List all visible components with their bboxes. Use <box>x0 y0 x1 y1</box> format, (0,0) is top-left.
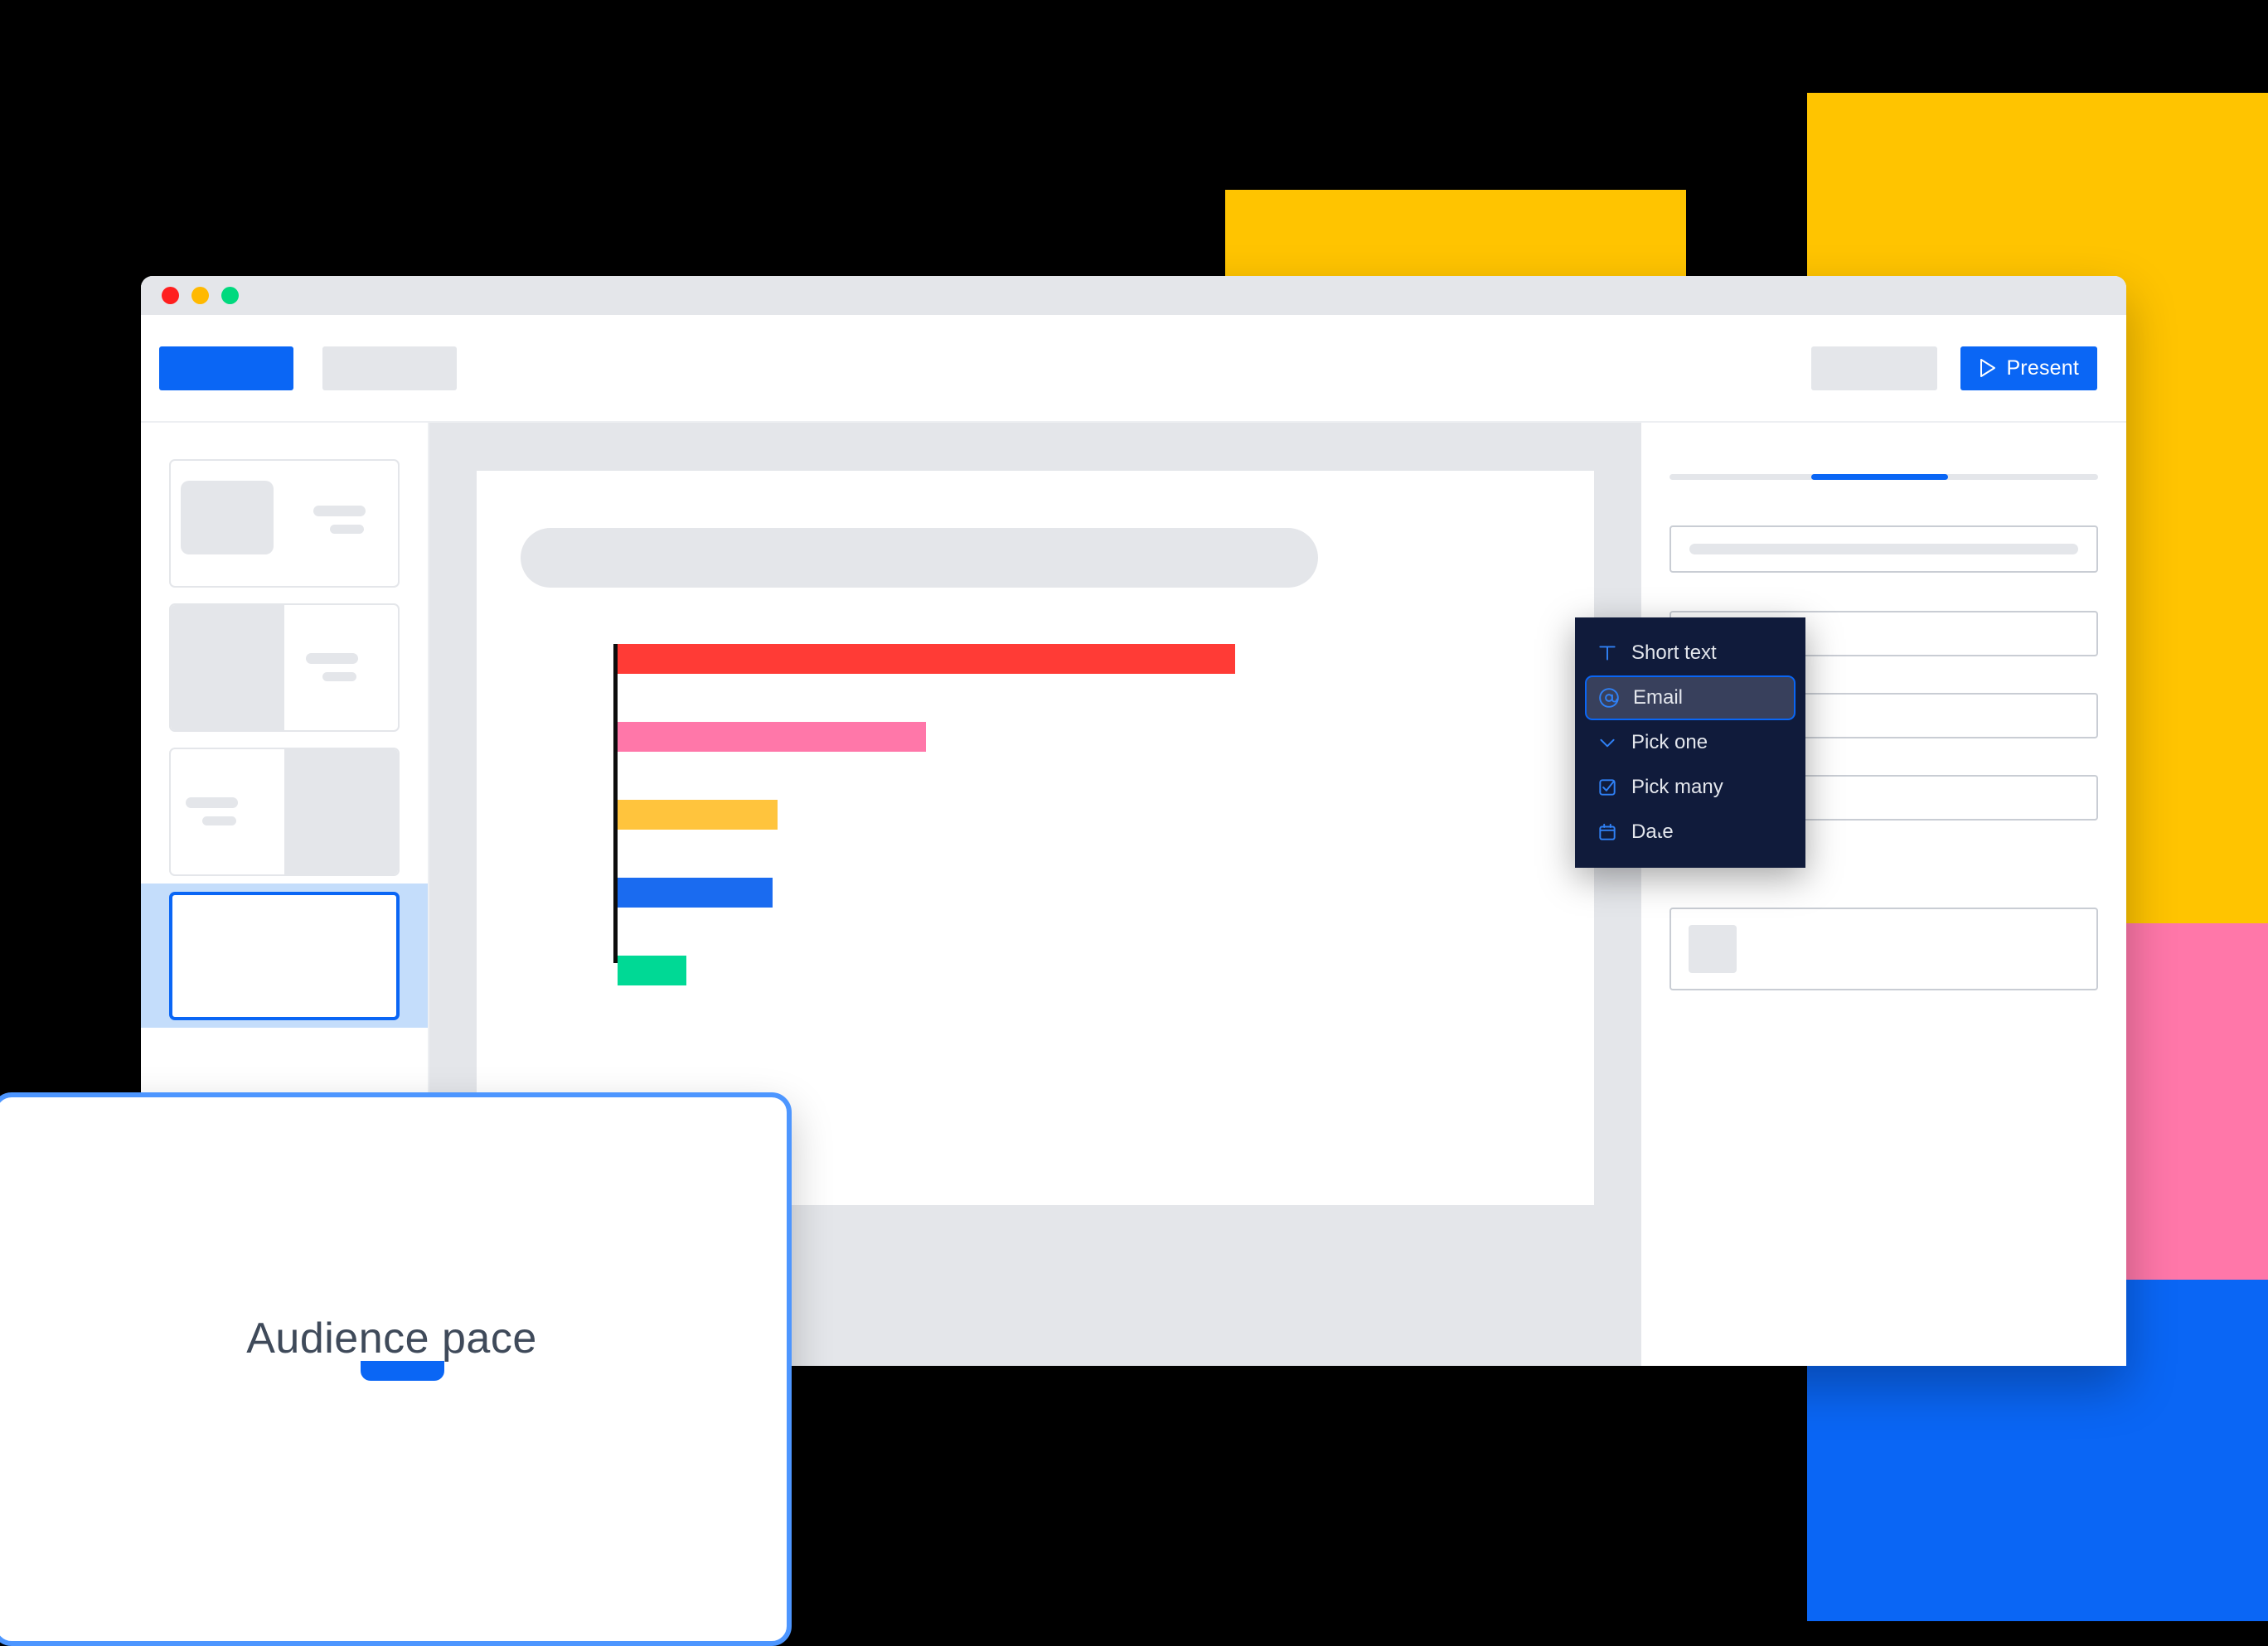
slide-title-placeholder[interactable] <box>521 528 1318 588</box>
slide-thumbnail-3[interactable] <box>169 747 400 876</box>
menu-item-short-text[interactable]: Short text <box>1585 631 1796 675</box>
menu-item-label: Email <box>1633 686 1684 709</box>
play-triangle-icon <box>1980 359 1996 377</box>
media-field[interactable] <box>1670 908 2098 990</box>
menu-item-email[interactable]: Email <box>1585 675 1796 720</box>
progress-bar-fill <box>1810 474 1949 480</box>
thumbnail-text-placeholder <box>284 605 398 730</box>
text-t-icon <box>1599 646 1616 661</box>
slide-thumbnail-1[interactable] <box>169 458 400 588</box>
close-window-icon[interactable] <box>162 287 179 304</box>
thumbnail-line-large <box>306 653 358 664</box>
menu-item-label: Short text <box>1631 641 1717 664</box>
menu-item-pick-one[interactable]: Pick one <box>1585 720 1796 765</box>
menu-item-label: Pick many <box>1631 776 1723 798</box>
window-titlebar <box>141 276 2126 315</box>
thumbnail-text-placeholder <box>313 505 366 586</box>
menu-item-label: Pick one <box>1631 731 1708 753</box>
present-button[interactable]: Present <box>1960 346 2097 390</box>
headline-field[interactable] <box>1670 525 2098 573</box>
thumbnail-block-left <box>171 604 284 730</box>
bar-series-1 <box>618 644 1235 674</box>
chevron-down-icon <box>1600 738 1615 748</box>
minimize-window-icon[interactable] <box>191 287 209 304</box>
slide-thumbnail-4-selected[interactable] <box>169 891 400 1020</box>
bar-series-4 <box>618 878 773 908</box>
thumbnail-image-placeholder <box>181 480 274 554</box>
checkbox-icon <box>1599 779 1616 796</box>
thumbnail-block-right <box>284 748 398 874</box>
bar-chart[interactable] <box>613 644 1235 985</box>
audience-pace-tab[interactable] <box>361 1361 444 1381</box>
tab-primary[interactable] <box>159 346 293 390</box>
tab-secondary[interactable] <box>322 346 457 390</box>
thumbnail-line-small <box>330 524 364 534</box>
at-sign-icon <box>1599 688 1619 708</box>
menu-item-pick-many[interactable]: Pick many <box>1585 765 1796 810</box>
bar-series-5 <box>618 956 686 985</box>
calendar-icon <box>1599 823 1616 840</box>
slide-thumbnail-wrap-1[interactable] <box>141 451 428 595</box>
maximize-window-icon[interactable] <box>221 287 239 304</box>
toolbar: Present <box>141 315 2126 423</box>
slide-thumbnail-wrap-2[interactable] <box>141 595 428 739</box>
media-thumbnail-placeholder <box>1689 925 1737 973</box>
toolbar-placeholder-button[interactable] <box>1811 346 1938 390</box>
menu-item-date[interactable]: Date <box>1585 810 1796 854</box>
thumbnail-line-large <box>186 797 238 808</box>
slide-thumbnail-wrap-3[interactable] <box>141 739 428 884</box>
screenshot-stage: Present Short text Email Pick one Pick m… <box>0 0 2268 1646</box>
audience-pace-label: Audience pace <box>246 1314 537 1363</box>
headline-skeleton <box>1689 544 2078 554</box>
form-panel <box>1641 423 2126 1366</box>
bar-series-2 <box>618 722 926 752</box>
dropdown-pointer-tail <box>1649 821 1670 833</box>
present-button-label: Present <box>2006 356 2079 380</box>
bar-series-3 <box>618 800 778 830</box>
field-type-dropdown[interactable]: Short text Email Pick one Pick many Date <box>1575 617 1805 868</box>
thumbnail-line-small <box>202 816 236 825</box>
progress-bar[interactable] <box>1670 474 2098 480</box>
slide-thumbnail-wrap-4[interactable] <box>141 884 428 1028</box>
thumbnail-line-small <box>322 672 356 681</box>
thumbnail-line-large <box>313 505 366 516</box>
thumbnail-text-placeholder <box>171 749 284 874</box>
slide-thumbnail-2[interactable] <box>169 603 400 732</box>
